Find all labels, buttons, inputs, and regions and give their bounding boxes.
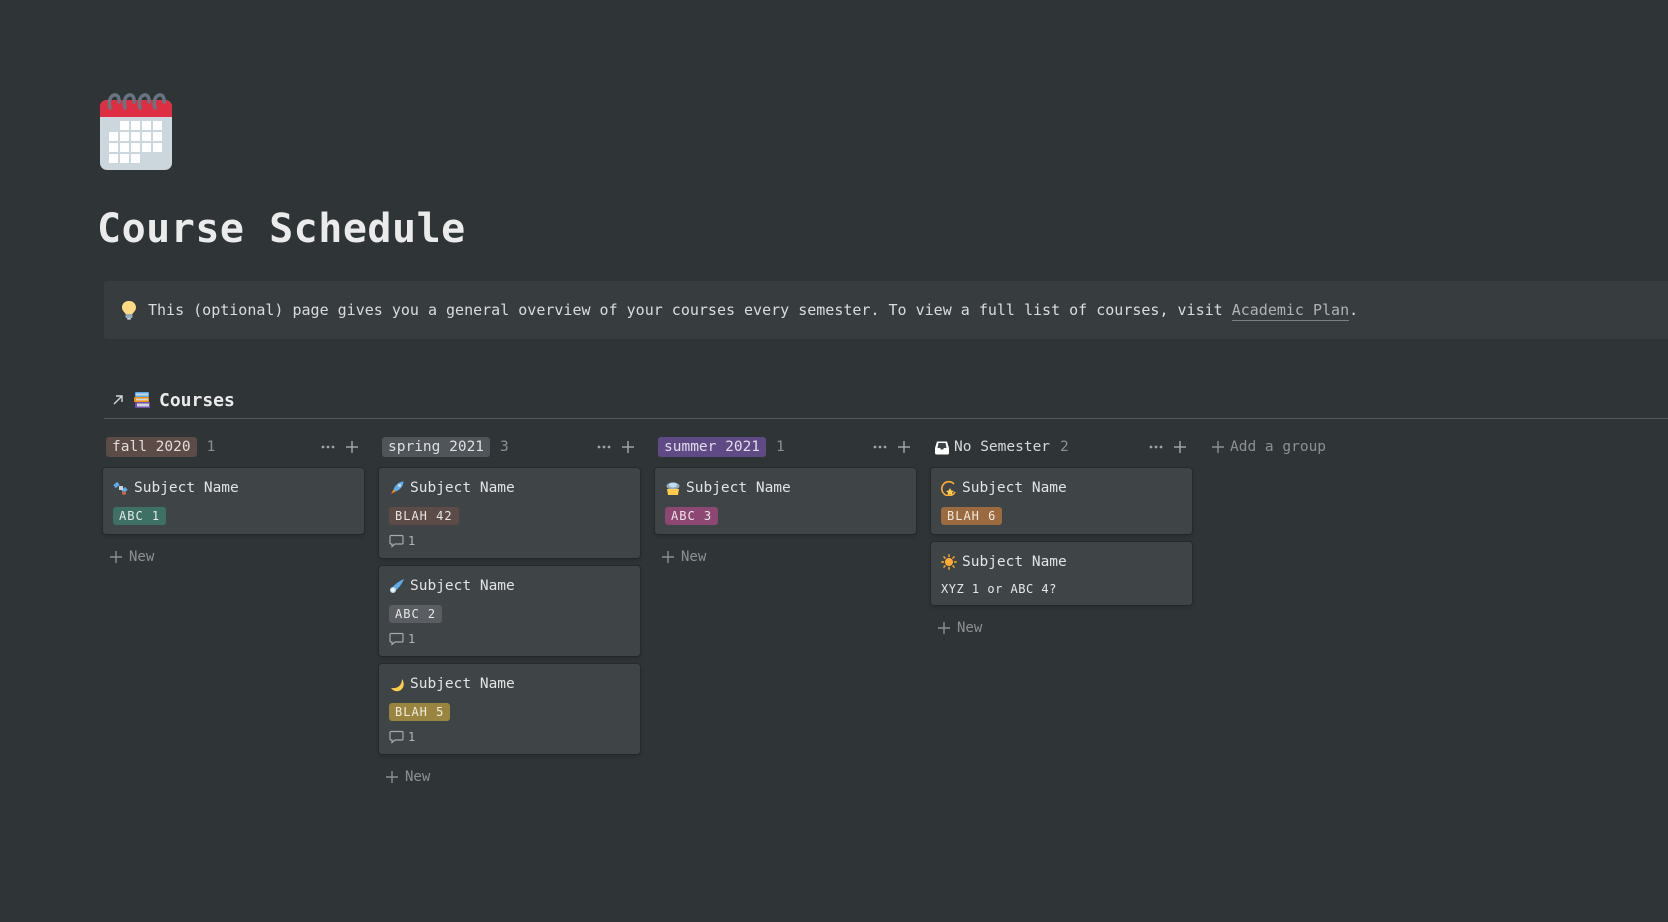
plus-icon — [662, 551, 674, 563]
card-title: Subject Name — [410, 676, 515, 692]
column-header: fall 2020 1 — [103, 432, 364, 462]
group-label[interactable]: summer 2021 — [658, 437, 767, 457]
card-title: Subject Name — [410, 578, 515, 594]
add-icon[interactable] — [620, 439, 636, 455]
course-card[interactable]: Subject Name ABC 1 — [103, 468, 364, 534]
arrow-up-right-icon[interactable] — [111, 393, 125, 407]
course-card[interactable]: Subject Name BLAH 42 1 — [379, 468, 640, 558]
comment-count: 1 — [389, 729, 630, 745]
academic-plan-link[interactable]: Academic Plan — [1231, 301, 1350, 321]
flying-saucer-icon — [666, 482, 680, 495]
course-card[interactable]: Subject Name XYZ 1 or ABC 4? — [931, 542, 1192, 605]
more-options-icon[interactable] — [872, 439, 888, 455]
database-title[interactable]: Courses — [159, 390, 235, 411]
add-icon[interactable] — [1172, 439, 1188, 455]
add-group-button[interactable]: Add a group — [1207, 432, 1326, 462]
board-column-fall-2020: fall 2020 1 Subject Name ABC 1 New — [103, 432, 364, 792]
callout: This (optional) page gives you a general… — [104, 281, 1668, 339]
books-icon — [134, 392, 150, 408]
group-count: 2 — [1060, 439, 1069, 455]
group-label[interactable]: No Semester — [934, 439, 1050, 455]
comet-icon — [390, 579, 404, 593]
course-card[interactable]: Subject Name ABC 3 — [655, 468, 916, 534]
card-title: Subject Name — [134, 480, 239, 496]
group-count: 3 — [500, 439, 509, 455]
course-code-tag: ABC 3 — [665, 507, 719, 525]
callout-text: This (optional) page gives you a general… — [148, 301, 1359, 321]
group-label[interactable]: spring 2021 — [382, 437, 491, 457]
inbox-icon — [935, 441, 949, 454]
group-count: 1 — [776, 439, 785, 455]
group-label[interactable]: fall 2020 — [106, 437, 197, 457]
calendar-spiral-icon[interactable] — [100, 88, 176, 170]
sun-icon — [941, 554, 957, 570]
comment-count: 1 — [389, 631, 630, 647]
comment-icon — [389, 534, 404, 548]
group-count: 1 — [206, 439, 216, 455]
course-card[interactable]: Subject Name BLAH 6 — [931, 468, 1192, 534]
new-card-button[interactable]: New — [931, 613, 1192, 643]
database-header: Courses — [104, 382, 1668, 419]
card-title: Subject Name — [410, 480, 515, 496]
course-code-tag: BLAH 42 — [389, 507, 459, 525]
board-column-no-semester: No Semester 2 Subject Name BLAH 6 Subjec… — [931, 432, 1192, 792]
course-code-tag: ABC 1 — [113, 507, 167, 525]
card-title: Subject Name — [962, 554, 1067, 570]
column-header: spring 2021 3 — [379, 432, 640, 462]
new-card-button[interactable]: New — [655, 542, 916, 572]
course-code-text: XYZ 1 or ABC 4? — [941, 582, 1057, 596]
course-code-tag: BLAH 6 — [941, 507, 1003, 525]
plus-icon — [938, 622, 950, 634]
course-code-tag: ABC 2 — [389, 605, 443, 623]
card-title: Subject Name — [686, 480, 791, 496]
plus-icon — [1212, 441, 1224, 453]
add-icon[interactable] — [344, 439, 360, 455]
card-title: Subject Name — [962, 480, 1067, 496]
add-icon[interactable] — [896, 439, 912, 455]
comment-count: 1 — [389, 533, 630, 549]
crescent-moon-icon — [391, 679, 404, 692]
course-card[interactable]: Subject Name BLAH 5 1 — [379, 664, 640, 754]
more-options-icon[interactable] — [596, 439, 612, 455]
rocket-icon — [390, 481, 404, 495]
column-header: No Semester 2 — [931, 432, 1192, 462]
plus-icon — [386, 771, 398, 783]
more-options-icon[interactable] — [320, 439, 336, 455]
plus-icon — [110, 551, 122, 563]
board-column-summer-2021: summer 2021 1 Subject Name ABC 3 New — [655, 432, 916, 792]
page: Course Schedule This (optional) page giv… — [0, 0, 1668, 922]
board-view: fall 2020 1 Subject Name ABC 1 New sprin… — [103, 432, 1326, 792]
shooting-star-icon — [941, 480, 956, 496]
course-card[interactable]: Subject Name ABC 2 1 — [379, 566, 640, 656]
light-bulb-icon — [122, 301, 136, 320]
board-column-spring-2021: spring 2021 3 Subject Name BLAH 42 1 Sub… — [379, 432, 640, 792]
more-options-icon[interactable] — [1148, 439, 1164, 455]
satellite-icon — [113, 481, 128, 495]
column-header: summer 2021 1 — [655, 432, 916, 462]
course-code-tag: BLAH 5 — [389, 703, 451, 721]
new-card-button[interactable]: New — [379, 762, 640, 792]
comment-icon — [389, 730, 404, 744]
comment-icon — [389, 632, 404, 646]
page-title[interactable]: Course Schedule — [97, 206, 466, 252]
new-card-button[interactable]: New — [103, 542, 364, 572]
